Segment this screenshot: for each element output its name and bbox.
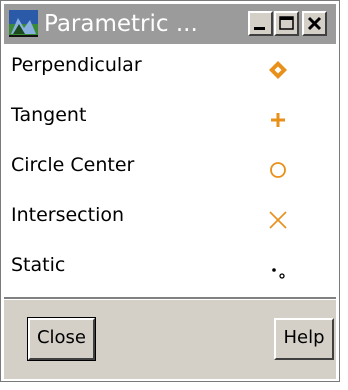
snap-option-perpendicular[interactable]: Perpendicular — [4, 45, 336, 95]
help-button[interactable]: Help — [274, 318, 334, 360]
button-bar: Close Help — [4, 297, 336, 379]
maximize-button[interactable] — [274, 11, 299, 36]
snap-option-tangent[interactable]: Tangent — [4, 95, 336, 145]
snap-option-label: Perpendicular — [11, 54, 142, 76]
snap-option-intersection[interactable]: Intersection — [4, 195, 336, 245]
plus-snap-icon — [271, 113, 285, 127]
close-button[interactable]: Close — [27, 317, 96, 361]
snap-option-label: Intersection — [11, 204, 125, 226]
minimize-button[interactable] — [248, 11, 273, 36]
maximize-icon — [279, 16, 294, 30]
snap-option-circle-center[interactable]: Circle Center — [4, 145, 336, 195]
circle-snap-icon — [270, 162, 286, 178]
diamond-snap-icon — [269, 61, 287, 79]
app-icon — [9, 10, 38, 37]
title-bar[interactable]: Parametric ... — [4, 4, 336, 44]
snap-option-label: Tangent — [11, 104, 87, 126]
parametric-dialog: Parametric ... Perpendicular Tangent Cir… — [0, 0, 340, 382]
window-title: Parametric ... — [44, 11, 198, 37]
minimize-icon — [254, 27, 265, 30]
snap-options-list: Perpendicular Tangent Circle Center Inte… — [4, 45, 336, 295]
static-snap-icon — [272, 268, 285, 279]
x-snap-icon — [269, 211, 287, 229]
snap-option-label: Circle Center — [11, 154, 135, 176]
snap-option-static[interactable]: Static — [4, 245, 336, 295]
snap-option-label: Static — [11, 254, 66, 276]
close-icon — [307, 16, 322, 31]
close-window-button[interactable] — [302, 11, 327, 36]
